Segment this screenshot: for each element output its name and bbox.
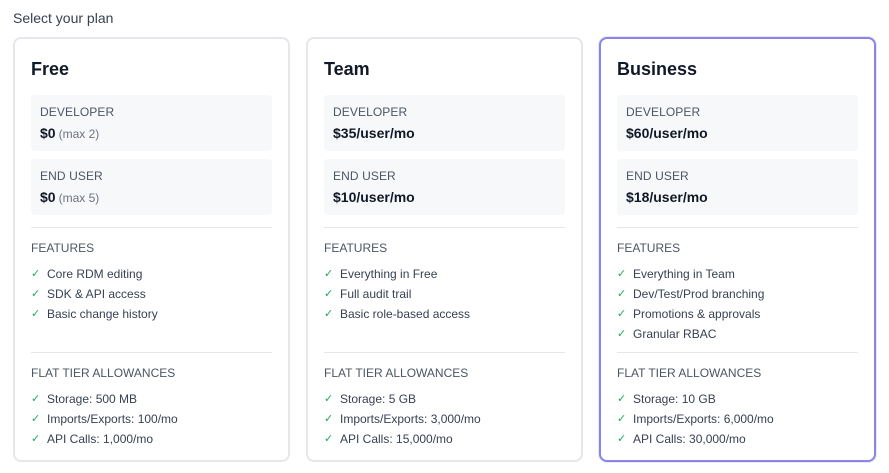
check-icon: ✓ — [31, 393, 41, 405]
end-user-price-box: END USER $10/user/mo — [324, 159, 565, 215]
check-icon: ✓ — [324, 393, 334, 405]
plan-card-team[interactable]: Team DEVELOPER $35/user/mo END USER $10/… — [306, 37, 583, 462]
features-label: FEATURES — [617, 241, 681, 255]
developer-note: (max 2) — [58, 127, 100, 141]
end-user-price: $18/user/mo — [626, 189, 708, 205]
divider — [324, 352, 565, 353]
allowance-item: ✓ Storage: 10 GB — [617, 389, 774, 409]
divider — [31, 227, 272, 228]
plan-card-business[interactable]: Business DEVELOPER $60/user/mo END USER … — [599, 37, 876, 462]
allowance-item: ✓ Storage: 5 GB — [324, 389, 481, 409]
features-label: FEATURES — [324, 241, 388, 255]
page-heading: Select your plan — [13, 10, 114, 26]
allowance-item: ✓ Imports/Exports: 100/mo — [31, 409, 178, 429]
features-list: ✓ Everything in Free ✓ Full audit trail ✓ B… — [324, 264, 470, 324]
allowances-label: FLAT TIER ALLOWANCES — [617, 366, 762, 380]
plan-name: Free — [31, 59, 70, 79]
allowance-item: ✓ API Calls: 15,000/mo — [324, 429, 481, 449]
check-icon: ✓ — [31, 268, 41, 280]
check-icon: ✓ — [617, 413, 627, 425]
developer-price: $35/user/mo — [333, 125, 415, 141]
check-icon: ✓ — [617, 393, 627, 405]
allowance-item: ✓ API Calls: 30,000/mo — [617, 429, 774, 449]
end-user-price-box: END USER $0 (max 5) — [31, 159, 272, 215]
check-icon: ✓ — [31, 433, 41, 445]
end-user-price-box: END USER $18/user/mo — [617, 159, 858, 215]
allowance-item: ✓ Imports/Exports: 6,000/mo — [617, 409, 774, 429]
feature-item: ✓ Dev/Test/Prod branching — [617, 284, 764, 304]
allowance-item: ✓ Imports/Exports: 3,000/mo — [324, 409, 481, 429]
feature-item: ✓ Full audit trail — [324, 284, 470, 304]
check-icon: ✓ — [324, 288, 334, 300]
check-icon: ✓ — [324, 308, 334, 320]
developer-label: DEVELOPER — [40, 105, 115, 119]
plan-name: Business — [617, 59, 698, 79]
allowance-item: ✓ Storage: 500 MB — [31, 389, 178, 409]
divider — [617, 352, 858, 353]
check-icon: ✓ — [617, 268, 627, 280]
end-user-price: $10/user/mo — [333, 189, 415, 205]
check-icon: ✓ — [617, 288, 627, 300]
allowances-list: ✓ Storage: 5 GB ✓ Imports/Exports: 3,000/m… — [324, 389, 481, 449]
check-icon: ✓ — [324, 433, 334, 445]
developer-price: $60/user/mo — [626, 125, 708, 141]
feature-item: ✓ SDK & API access — [31, 284, 158, 304]
feature-item: ✓ Everything in Free — [324, 264, 470, 284]
divider — [617, 227, 858, 228]
allowances-list: ✓ Storage: 500 MB ✓ Imports/Exports: 100/m… — [31, 389, 178, 449]
feature-item: ✓ Core RDM editing — [31, 264, 158, 284]
features-list: ✓ Everything in Team ✓ Dev/Test/Prod branc… — [617, 264, 764, 344]
developer-price-box: DEVELOPER $60/user/mo — [617, 95, 858, 151]
plan-card-free[interactable]: Free DEVELOPER $0 (max 2) END USER $0 (max… — [13, 37, 290, 462]
developer-price-box: DEVELOPER $0 (max 2) — [31, 95, 272, 151]
feature-item: ✓ Promotions & approvals — [617, 304, 764, 324]
end-user-label: END USER — [333, 169, 396, 183]
check-icon: ✓ — [31, 288, 41, 300]
feature-item: ✓ Basic role-based access — [324, 304, 470, 324]
check-icon: ✓ — [31, 308, 41, 320]
divider — [31, 352, 272, 353]
end-user-price: $0 (max 5) — [40, 189, 100, 205]
developer-label: DEVELOPER — [626, 105, 701, 119]
feature-item: ✓ Everything in Team — [617, 264, 764, 284]
check-icon: ✓ — [617, 433, 627, 445]
allowance-item: ✓ API Calls: 1,000/mo — [31, 429, 178, 449]
allowances-label: FLAT TIER ALLOWANCES — [31, 366, 176, 380]
check-icon: ✓ — [324, 413, 334, 425]
feature-item: ✓ Granular RBAC — [617, 324, 764, 344]
allowances-label: FLAT TIER ALLOWANCES — [324, 366, 469, 380]
features-list: ✓ Core RDM editing ✓ SDK & API access ✓ Bas… — [31, 264, 158, 324]
features-label: FEATURES — [31, 241, 95, 255]
check-icon: ✓ — [31, 413, 41, 425]
end-user-label: END USER — [40, 169, 103, 183]
check-icon: ✓ — [324, 268, 334, 280]
divider — [324, 227, 565, 228]
feature-item: ✓ Basic change history — [31, 304, 158, 324]
developer-price: $0 (max 2) — [40, 125, 100, 141]
developer-label: DEVELOPER — [333, 105, 408, 119]
end-user-note: (max 5) — [58, 191, 100, 205]
plan-name: Team — [324, 59, 370, 79]
end-user-label: END USER — [626, 169, 689, 183]
check-icon: ✓ — [617, 328, 627, 340]
check-icon: ✓ — [617, 308, 627, 320]
developer-price-box: DEVELOPER $35/user/mo — [324, 95, 565, 151]
allowances-list: ✓ Storage: 10 GB ✓ Imports/Exports: 6,000/… — [617, 389, 774, 449]
